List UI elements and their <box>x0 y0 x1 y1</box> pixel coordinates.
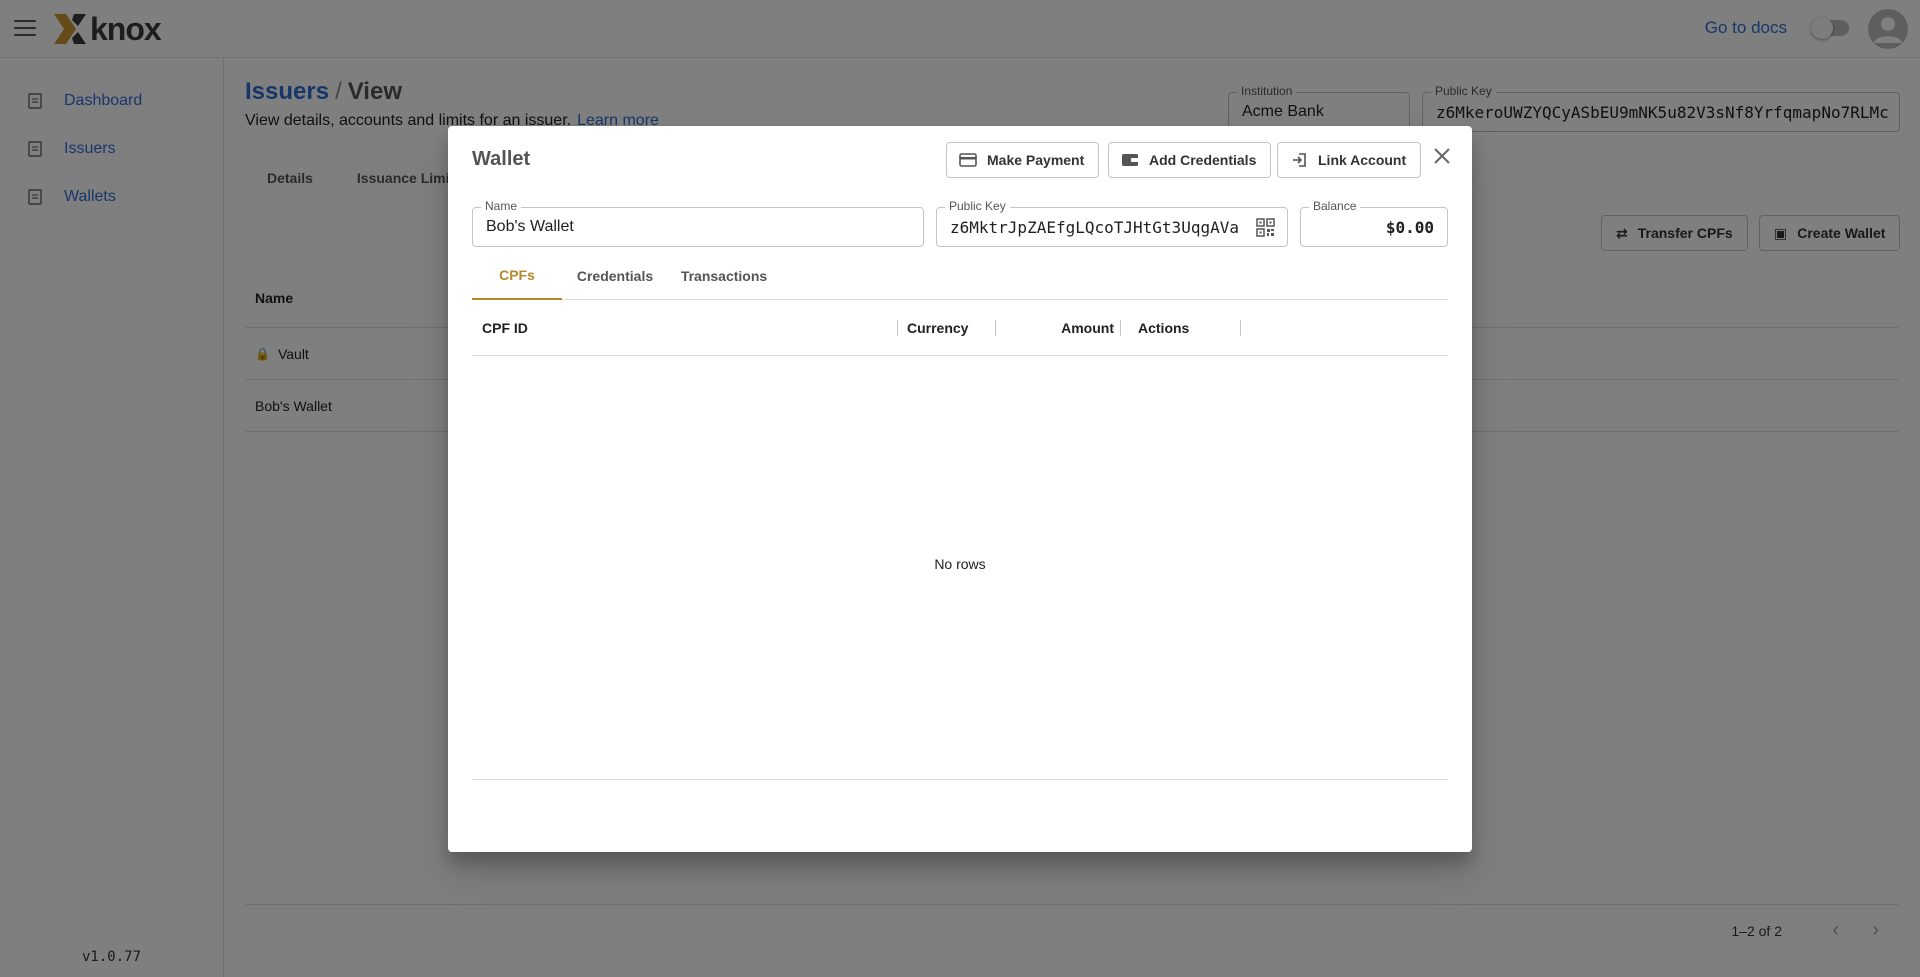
column-separator[interactable] <box>995 320 996 336</box>
cpf-grid-header: CPF ID Currency Amount Actions <box>472 300 1448 356</box>
add-credentials-button[interactable]: Add Credentials <box>1108 142 1272 178</box>
grid-footer-divider <box>472 779 1448 780</box>
column-header-currency[interactable]: Currency <box>907 300 968 356</box>
login-icon <box>1290 151 1308 169</box>
column-separator[interactable] <box>1120 320 1121 336</box>
add-credentials-label: Add Credentials <box>1149 152 1257 168</box>
column-header-actions: Actions <box>1138 320 1190 336</box>
column-separator[interactable] <box>897 320 898 336</box>
wallet-tabs: CPFs Credentials Transactions <box>472 252 1448 300</box>
wallet-icon <box>1121 151 1139 169</box>
dialog-title: Wallet <box>472 148 531 170</box>
empty-grid-message: No rows <box>934 556 986 572</box>
balance-label: Balance <box>1309 199 1361 213</box>
public-key-label: Public Key <box>945 199 1010 213</box>
make-payment-label: Make Payment <box>987 152 1085 168</box>
link-account-label: Link Account <box>1318 152 1407 168</box>
wallet-name-value: Bob's Wallet <box>486 218 574 235</box>
wallet-name-field[interactable]: Name Bob's Wallet <box>472 199 924 247</box>
make-payment-button[interactable]: Make Payment <box>946 142 1100 178</box>
wallet-dialog: Wallet Make Payment Add Credentials Link… <box>448 126 1472 852</box>
close-icon[interactable] <box>1430 144 1454 168</box>
column-header-cpf-id[interactable]: CPF ID <box>482 300 528 356</box>
link-account-button[interactable]: Link Account <box>1277 142 1422 178</box>
wallet-public-key-value: z6MktrJpZAEfgLQcoTJHtGt3UqgAVa <box>950 218 1239 237</box>
wallet-balance-value: $0.00 <box>1385 218 1434 237</box>
qr-code-icon[interactable] <box>1256 218 1275 237</box>
credit-card-icon <box>959 151 977 169</box>
tab-transactions[interactable]: Transactions <box>668 252 780 300</box>
column-separator[interactable] <box>1240 320 1241 336</box>
wallet-public-key-field[interactable]: Public Key z6MktrJpZAEfgLQcoTJHtGt3UqgAV… <box>936 199 1288 247</box>
name-label: Name <box>481 199 522 213</box>
tab-cpfs[interactable]: CPFs <box>472 252 562 300</box>
tab-credentials[interactable]: Credentials <box>562 252 668 300</box>
wallet-balance-field: Balance $0.00 <box>1300 199 1448 247</box>
column-header-amount[interactable]: Amount <box>1002 300 1114 356</box>
